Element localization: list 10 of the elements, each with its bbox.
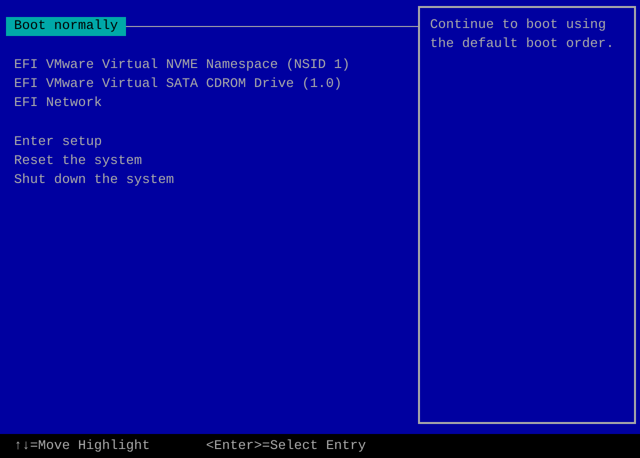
menu-item[interactable]: Shut down the system — [6, 171, 182, 190]
key-hint: <Enter>=Select Entry — [206, 438, 366, 456]
menu-item[interactable]: EFI VMware Virtual NVME Namespace (NSID 1) — [6, 56, 358, 75]
menu-item[interactable]: Boot normally — [6, 17, 126, 36]
key-hint: ↑↓=Move Highlight — [14, 438, 150, 456]
help-text: Continue to boot using the default boot order. — [430, 17, 615, 54]
menu-item[interactable]: EFI Network — [6, 94, 110, 113]
menu-item[interactable]: Enter setup — [6, 133, 110, 152]
menu-item[interactable]: Reset the system — [6, 152, 150, 171]
menu-item[interactable]: EFI VMware Virtual SATA CDROM Drive (1.0) — [6, 75, 350, 94]
